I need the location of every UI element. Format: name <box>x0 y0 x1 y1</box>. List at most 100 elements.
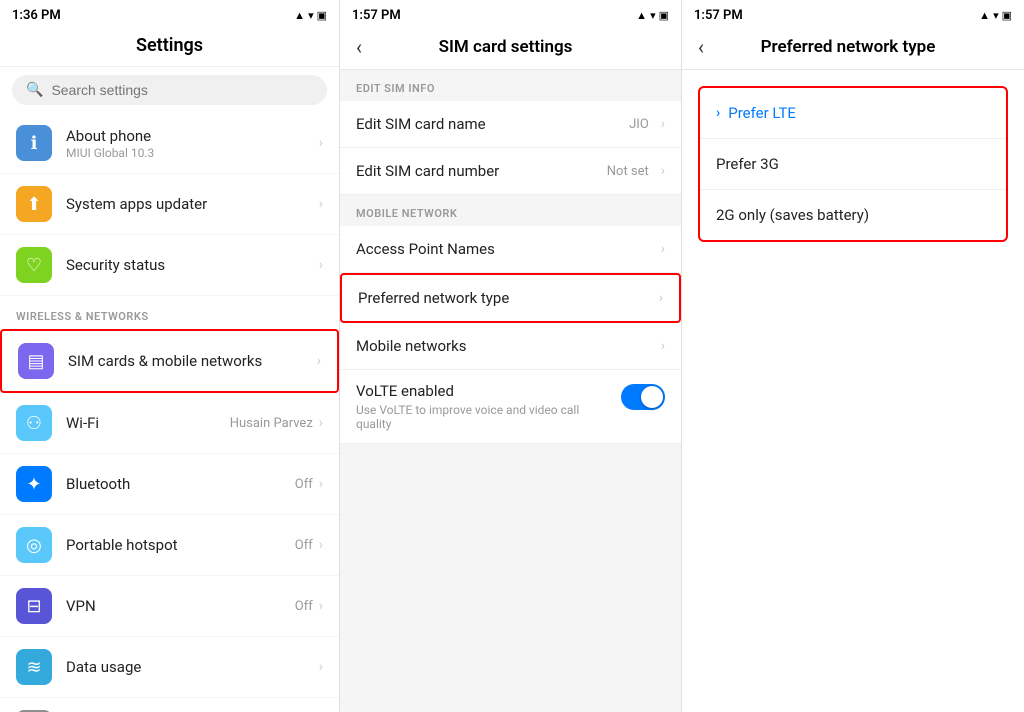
mid-content: EDIT SIM INFO Edit SIM card name JIO › E… <box>340 70 681 712</box>
sidebar-item-system-apps[interactable]: ⬆ System apps updater › <box>0 174 339 235</box>
sidebar-item-bluetooth[interactable]: ✦ Bluetooth Off › <box>0 454 339 515</box>
left-status-bar: 1:36 PM ▲ ▾ ▣ <box>0 0 339 27</box>
mid-panel-title: SIM card settings <box>370 37 641 57</box>
section-wireless: WIRELESS & NETWORKS ▤ SIM cards & mobile… <box>0 296 339 712</box>
hotspot-label: Portable hotspot <box>66 536 295 554</box>
settings-list: ℹ About phone MIUI Global 10.3 › ⬆ Syste… <box>0 113 339 712</box>
sidebar-item-hotspot[interactable]: ◎ Portable hotspot Off › <box>0 515 339 576</box>
system-apps-label: System apps updater <box>66 195 319 213</box>
preferred-network-chevron: › <box>659 290 663 306</box>
search-input[interactable] <box>51 82 313 98</box>
edit-sim-name-value: JIO <box>629 117 649 132</box>
volte-item[interactable]: VoLTE enabled Use VoLTE to improve voice… <box>340 370 681 444</box>
sim-label: SIM cards & mobile networks <box>68 352 317 370</box>
prefer-3g-label: Prefer 3G <box>716 155 779 173</box>
wifi-value: Husain Parvez <box>230 416 313 431</box>
mid-status-icons: ▲ ▾ ▣ <box>636 9 669 22</box>
edit-sim-info-label: EDIT SIM INFO <box>340 70 681 101</box>
bluetooth-label: Bluetooth <box>66 475 295 493</box>
volte-toggle[interactable] <box>621 384 665 410</box>
mobile-networks-chevron: › <box>661 338 665 354</box>
mid-status-bar: 1:57 PM ▲ ▾ ▣ <box>340 0 681 27</box>
edit-sim-number-value: Not set <box>607 164 649 179</box>
right-status-icons: ▲ ▾ ▣ <box>979 9 1012 22</box>
wifi-item-icon: ⚇ <box>16 405 52 441</box>
mid-back-button[interactable]: ‹ <box>356 35 362 59</box>
vpn-label: VPN <box>66 597 295 615</box>
prefer-lte-check: › <box>716 105 720 121</box>
mobile-networks-item[interactable]: Mobile networks › <box>340 323 681 370</box>
preferred-network-panel: 1:57 PM ▲ ▾ ▣ ‹ Preferred network type ›… <box>682 0 1024 712</box>
sidebar-item-vpn[interactable]: ⊟ VPN Off › <box>0 576 339 637</box>
right-wifi-icon: ▾ <box>993 9 999 22</box>
battery-icon: ▣ <box>317 9 327 22</box>
settings-panel: 1:36 PM ▲ ▾ ▣ Settings 🔍 ℹ About phone M… <box>0 0 340 712</box>
search-icon: 🔍 <box>26 82 43 98</box>
preferred-network-type-item[interactable]: Preferred network type › <box>340 273 681 323</box>
bluetooth-chevron: › <box>319 476 323 492</box>
security-chevron: › <box>319 257 323 273</box>
hotspot-value: Off <box>295 538 313 553</box>
mobile-network-label: MOBILE NETWORK <box>340 195 681 226</box>
network-options-list: › Prefer LTE Prefer 3G 2G only (saves ba… <box>698 86 1008 242</box>
mid-battery-icon: ▣ <box>659 9 669 22</box>
right-header: ‹ Preferred network type <box>682 27 1024 70</box>
right-battery-icon: ▣ <box>1002 9 1012 22</box>
volte-label: VoLTE enabled <box>356 382 609 400</box>
sidebar-item-security[interactable]: ♡ Security status › <box>0 235 339 296</box>
mid-time: 1:57 PM <box>352 8 401 23</box>
access-point-names-label: Access Point Names <box>356 240 661 258</box>
mid-wifi-icon: ▾ <box>650 9 656 22</box>
wifi-chevron: › <box>319 415 323 431</box>
sim-card-settings-panel: 1:57 PM ▲ ▾ ▣ ‹ SIM card settings EDIT S… <box>340 0 682 712</box>
edit-sim-name-label: Edit SIM card name <box>356 115 629 133</box>
signal-icon: ▲ <box>294 9 305 22</box>
about-phone-sub: MIUI Global 10.3 <box>66 146 319 160</box>
right-status-bar: 1:57 PM ▲ ▾ ▣ <box>682 0 1024 27</box>
network-option-2g-only[interactable]: 2G only (saves battery) <box>700 190 1006 240</box>
data-usage-label: Data usage <box>66 658 319 676</box>
apn-chevron: › <box>661 241 665 257</box>
hotspot-chevron: › <box>319 537 323 553</box>
sidebar-item-wifi[interactable]: ⚇ Wi-Fi Husain Parvez › <box>0 393 339 454</box>
edit-sim-number-item[interactable]: Edit SIM card number Not set › <box>340 148 681 195</box>
system-apps-chevron: › <box>319 196 323 212</box>
right-signal-icon: ▲ <box>979 9 990 22</box>
vpn-value: Off <box>295 599 313 614</box>
edit-sim-number-label: Edit SIM card number <box>356 162 607 180</box>
edit-sim-number-chevron: › <box>661 163 665 179</box>
edit-sim-name-chevron: › <box>661 116 665 132</box>
mobile-networks-label: Mobile networks <box>356 337 661 355</box>
volte-sub: Use VoLTE to improve voice and video cal… <box>356 403 609 431</box>
vpn-icon: ⊟ <box>16 588 52 624</box>
vpn-chevron: › <box>319 598 323 614</box>
search-bar[interactable]: 🔍 <box>12 75 327 105</box>
wifi-label: Wi-Fi <box>66 414 230 432</box>
preferred-network-label: Preferred network type <box>358 289 659 307</box>
right-panel-title: Preferred network type <box>712 37 984 57</box>
access-point-names-item[interactable]: Access Point Names › <box>340 226 681 273</box>
right-back-button[interactable]: ‹ <box>698 35 704 59</box>
bluetooth-value: Off <box>295 477 313 492</box>
sidebar-item-data-usage[interactable]: ≋ Data usage › <box>0 637 339 698</box>
prefer-lte-label: Prefer LTE <box>728 104 796 122</box>
wifi-icon: ▾ <box>308 9 314 22</box>
settings-title: Settings <box>0 27 339 67</box>
section-general: ℹ About phone MIUI Global 10.3 › ⬆ Syste… <box>0 113 339 296</box>
about-phone-icon: ℹ <box>16 125 52 161</box>
sim-chevron: › <box>317 353 321 369</box>
mid-header: ‹ SIM card settings <box>340 27 681 70</box>
hotspot-icon: ◎ <box>16 527 52 563</box>
security-icon: ♡ <box>16 247 52 283</box>
left-time: 1:36 PM <box>12 8 61 23</box>
sidebar-item-about-phone[interactable]: ℹ About phone MIUI Global 10.3 › <box>0 113 339 174</box>
sidebar-item-sim-cards[interactable]: ▤ SIM cards & mobile networks › <box>0 329 339 393</box>
network-option-prefer-lte[interactable]: › Prefer LTE <box>700 88 1006 139</box>
sim-icon: ▤ <box>18 343 54 379</box>
wireless-section-label: WIRELESS & NETWORKS <box>0 296 339 329</box>
2g-only-label: 2G only (saves battery) <box>716 206 869 224</box>
sidebar-item-more[interactable]: ••• More › <box>0 698 339 712</box>
data-usage-icon: ≋ <box>16 649 52 685</box>
edit-sim-name-item[interactable]: Edit SIM card name JIO › <box>340 101 681 148</box>
network-option-prefer-3g[interactable]: Prefer 3G <box>700 139 1006 190</box>
